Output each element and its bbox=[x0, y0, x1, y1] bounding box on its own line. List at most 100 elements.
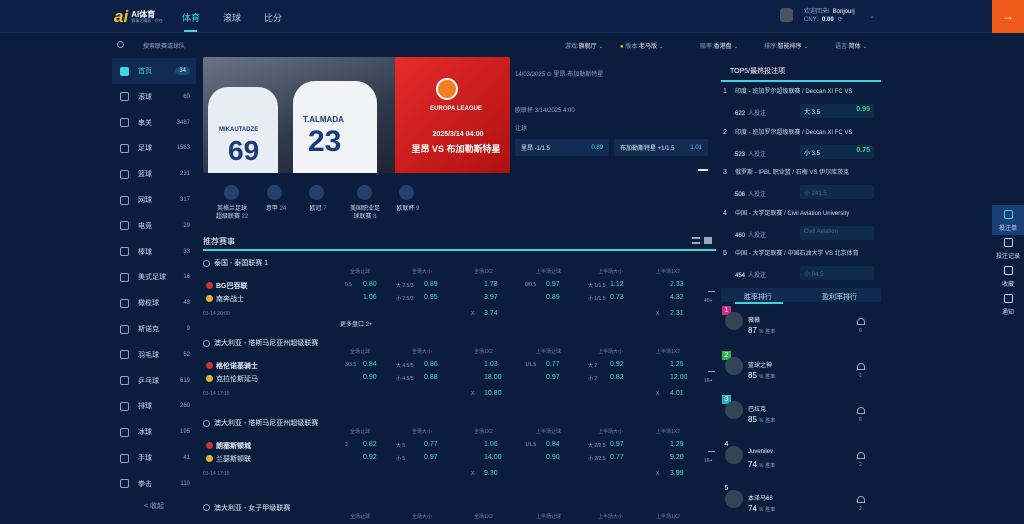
odds-cell[interactable]: 0.92 bbox=[363, 454, 377, 461]
odds-cell[interactable]: 0.90 bbox=[546, 454, 560, 461]
league-label[interactable]: 意甲 24 bbox=[252, 205, 300, 213]
odds-cell[interactable]: 0.90 bbox=[363, 374, 377, 381]
stats-icon[interactable] bbox=[708, 286, 715, 292]
ranking-item[interactable]: 3 巴拉克 85% 胜率 6 bbox=[721, 395, 881, 435]
ranker-name[interactable]: 本泽马68 bbox=[748, 493, 773, 502]
hot-bet-button[interactable]: 大 3.5 0.99 bbox=[800, 104, 874, 118]
odds-cell[interactable]: 10.80 bbox=[484, 390, 502, 397]
odds-cell[interactable]: 0.97 bbox=[546, 374, 560, 381]
odds-cell[interactable]: 0.89 bbox=[546, 294, 560, 301]
ranker-name[interactable]: 篮球之神 bbox=[748, 360, 772, 369]
odds-cell[interactable]: 3.99 bbox=[670, 470, 684, 477]
odds-cell[interactable]: 0.84 bbox=[546, 441, 560, 448]
odds-cell[interactable]: 4.32 bbox=[670, 294, 684, 301]
avatar[interactable] bbox=[725, 356, 743, 375]
sidebar-item-14[interactable]: 冰球 195 bbox=[112, 419, 196, 445]
search-icon[interactable] bbox=[117, 41, 124, 48]
like-icon[interactable] bbox=[857, 362, 865, 370]
sidebar-item-3[interactable]: 足球 1563 bbox=[112, 135, 196, 161]
like-icon[interactable] bbox=[857, 496, 865, 503]
odds-cell[interactable]: 0.77 bbox=[424, 441, 438, 448]
away-team[interactable]: 南奔战士 bbox=[216, 294, 244, 304]
sort-select[interactable]: 排序:智能排序 ⌄ bbox=[764, 41, 808, 50]
carousel-indicator[interactable] bbox=[698, 169, 708, 171]
odds-cell[interactable]: 0.88 bbox=[424, 374, 438, 381]
odds-cell[interactable]: 0.92 bbox=[610, 361, 624, 368]
league-label[interactable]: 美国职业足球联赛 8 bbox=[348, 205, 382, 221]
odds-cell[interactable]: 4.01 bbox=[670, 390, 684, 397]
odds-cell[interactable]: 0.77 bbox=[546, 361, 560, 368]
odds-cell[interactable]: 9.20 bbox=[670, 454, 684, 461]
game-select[interactable]: 游戏:旗舰厅 ⌄ bbox=[565, 41, 603, 50]
hot-bet-item[interactable]: 2 印度 - 班加罗尔超级联赛 / Deccan XI FC VS 523 人投注… bbox=[721, 127, 881, 167]
league-label[interactable]: 欧联杯 9 bbox=[384, 205, 432, 213]
league-icon[interactable] bbox=[357, 185, 372, 200]
odds-cell[interactable]: 0.97 bbox=[610, 441, 624, 448]
hot-bet-button[interactable]: 小 241.5 bbox=[800, 185, 874, 199]
avatar[interactable] bbox=[725, 312, 743, 330]
avatar[interactable] bbox=[725, 445, 743, 464]
hot-bet-button[interactable]: 小 3.5 0.75 bbox=[800, 144, 874, 159]
odds-cell[interactable]: 2.33 bbox=[670, 281, 684, 288]
odds-cell[interactable]: 1.25 bbox=[670, 361, 684, 368]
odds-cell[interactable]: 0.89 bbox=[424, 281, 438, 288]
avatar[interactable] bbox=[725, 401, 743, 419]
odds-cell[interactable]: 0.97 bbox=[424, 454, 438, 461]
sidebar-item-10[interactable]: 斯诺克 9 bbox=[112, 316, 196, 342]
sidebar-item-1[interactable]: 滚球 60 bbox=[112, 84, 196, 110]
banner[interactable]: MIKAUTADZE 69 T.ALMADA 23 bbox=[203, 57, 510, 173]
odds-cell[interactable]: 1.03 bbox=[484, 361, 498, 368]
odds-cell[interactable]: 0.86 bbox=[424, 361, 438, 368]
odds-cell[interactable]: 0.82 bbox=[363, 441, 377, 448]
list-view-icon[interactable] bbox=[692, 237, 700, 244]
odds-cell[interactable]: 0.73 bbox=[610, 294, 624, 301]
odds-cell[interactable]: 1.78 bbox=[484, 281, 498, 288]
refresh-icon[interactable]: ⟳ bbox=[838, 17, 843, 23]
dock-item[interactable]: 投注单 bbox=[992, 205, 1024, 235]
sidebar-item-15[interactable]: 手球 41 bbox=[112, 445, 196, 471]
home-team[interactable]: BG巴吞联 bbox=[216, 281, 248, 291]
sidebar-item-4[interactable]: 篮球 231 bbox=[112, 161, 196, 187]
sidebar-item-7[interactable]: 棒球 33 bbox=[112, 239, 196, 265]
odds-cell[interactable]: 2.31 bbox=[670, 310, 684, 317]
odds-cell[interactable]: 0.77 bbox=[610, 454, 624, 461]
odds-cell[interactable]: 1.12 bbox=[610, 281, 624, 288]
odds-cell[interactable]: 0.84 bbox=[363, 361, 377, 368]
sidebar-item-9[interactable]: 橄榄球 48 bbox=[112, 290, 196, 316]
odds-cell[interactable]: 1.06 bbox=[484, 441, 498, 448]
ranker-name[interactable]: Juvenilev bbox=[748, 449, 773, 455]
ranking-item[interactable]: 5 本泽马68 74% 胜率 2 bbox=[721, 484, 881, 524]
ranker-name[interactable]: 薇薇 bbox=[748, 315, 760, 324]
odds-cell[interactable]: 1.06 bbox=[363, 294, 377, 301]
version-select[interactable]: ● 版本:老马版 ⌄ bbox=[620, 41, 664, 50]
dock-item[interactable]: 通知 bbox=[992, 289, 1024, 319]
tab-scores[interactable]: 比分 bbox=[264, 11, 282, 24]
featured-bet-1[interactable]: 里昂 -1/1.5 0.89 bbox=[515, 139, 609, 156]
league-icon[interactable] bbox=[224, 185, 239, 200]
odds-cell[interactable]: 14.00 bbox=[484, 454, 502, 461]
sidebar-item-6[interactable]: 电竞 29 bbox=[112, 213, 196, 239]
dock-item[interactable]: 收藏 bbox=[992, 261, 1024, 291]
more-count[interactable]: 16+ bbox=[704, 378, 712, 384]
odds-cell[interactable]: 12.00 bbox=[670, 374, 688, 381]
sidebar-item-5[interactable]: 网球 317 bbox=[112, 187, 196, 213]
chevron-down-icon[interactable]: ⌄ bbox=[869, 12, 875, 20]
odds-cell[interactable]: 1.29 bbox=[670, 441, 684, 448]
stats-icon[interactable] bbox=[708, 366, 715, 372]
featured-bet-2[interactable]: 布加勒斯特星 +1/1.5 1.01 bbox=[614, 139, 708, 156]
home-team[interactable]: 格伦诺基骑士 bbox=[216, 361, 258, 371]
tab-sports[interactable]: 体育 bbox=[182, 11, 200, 24]
league-label[interactable]: 英格兰足球超级联赛 22 bbox=[215, 205, 249, 221]
sidebar-item-11[interactable]: 羽毛球 52 bbox=[112, 342, 196, 368]
odds-cell[interactable]: 0.95 bbox=[424, 294, 438, 301]
away-team[interactable]: 兰瑟斯顿联 bbox=[216, 454, 251, 464]
ranking-item[interactable]: 1 薇薇 87% 胜率 6 bbox=[721, 306, 881, 346]
like-icon[interactable] bbox=[857, 318, 865, 325]
tab-win-rate[interactable]: 胜率排行 bbox=[744, 292, 772, 302]
sidebar-item-13[interactable]: 排球 260 bbox=[112, 393, 196, 419]
home-team[interactable]: 朗塞斯顿城 bbox=[216, 441, 251, 451]
grid-view-icon[interactable] bbox=[704, 237, 712, 244]
odds-cell[interactable]: 0.82 bbox=[610, 374, 624, 381]
sidebar-item-2[interactable]: 串关 3487 bbox=[112, 110, 196, 136]
hot-bet-item[interactable]: 1 印度 - 班加罗尔超级联赛 / Deccan XI FC VS 622 人投注… bbox=[721, 86, 881, 126]
